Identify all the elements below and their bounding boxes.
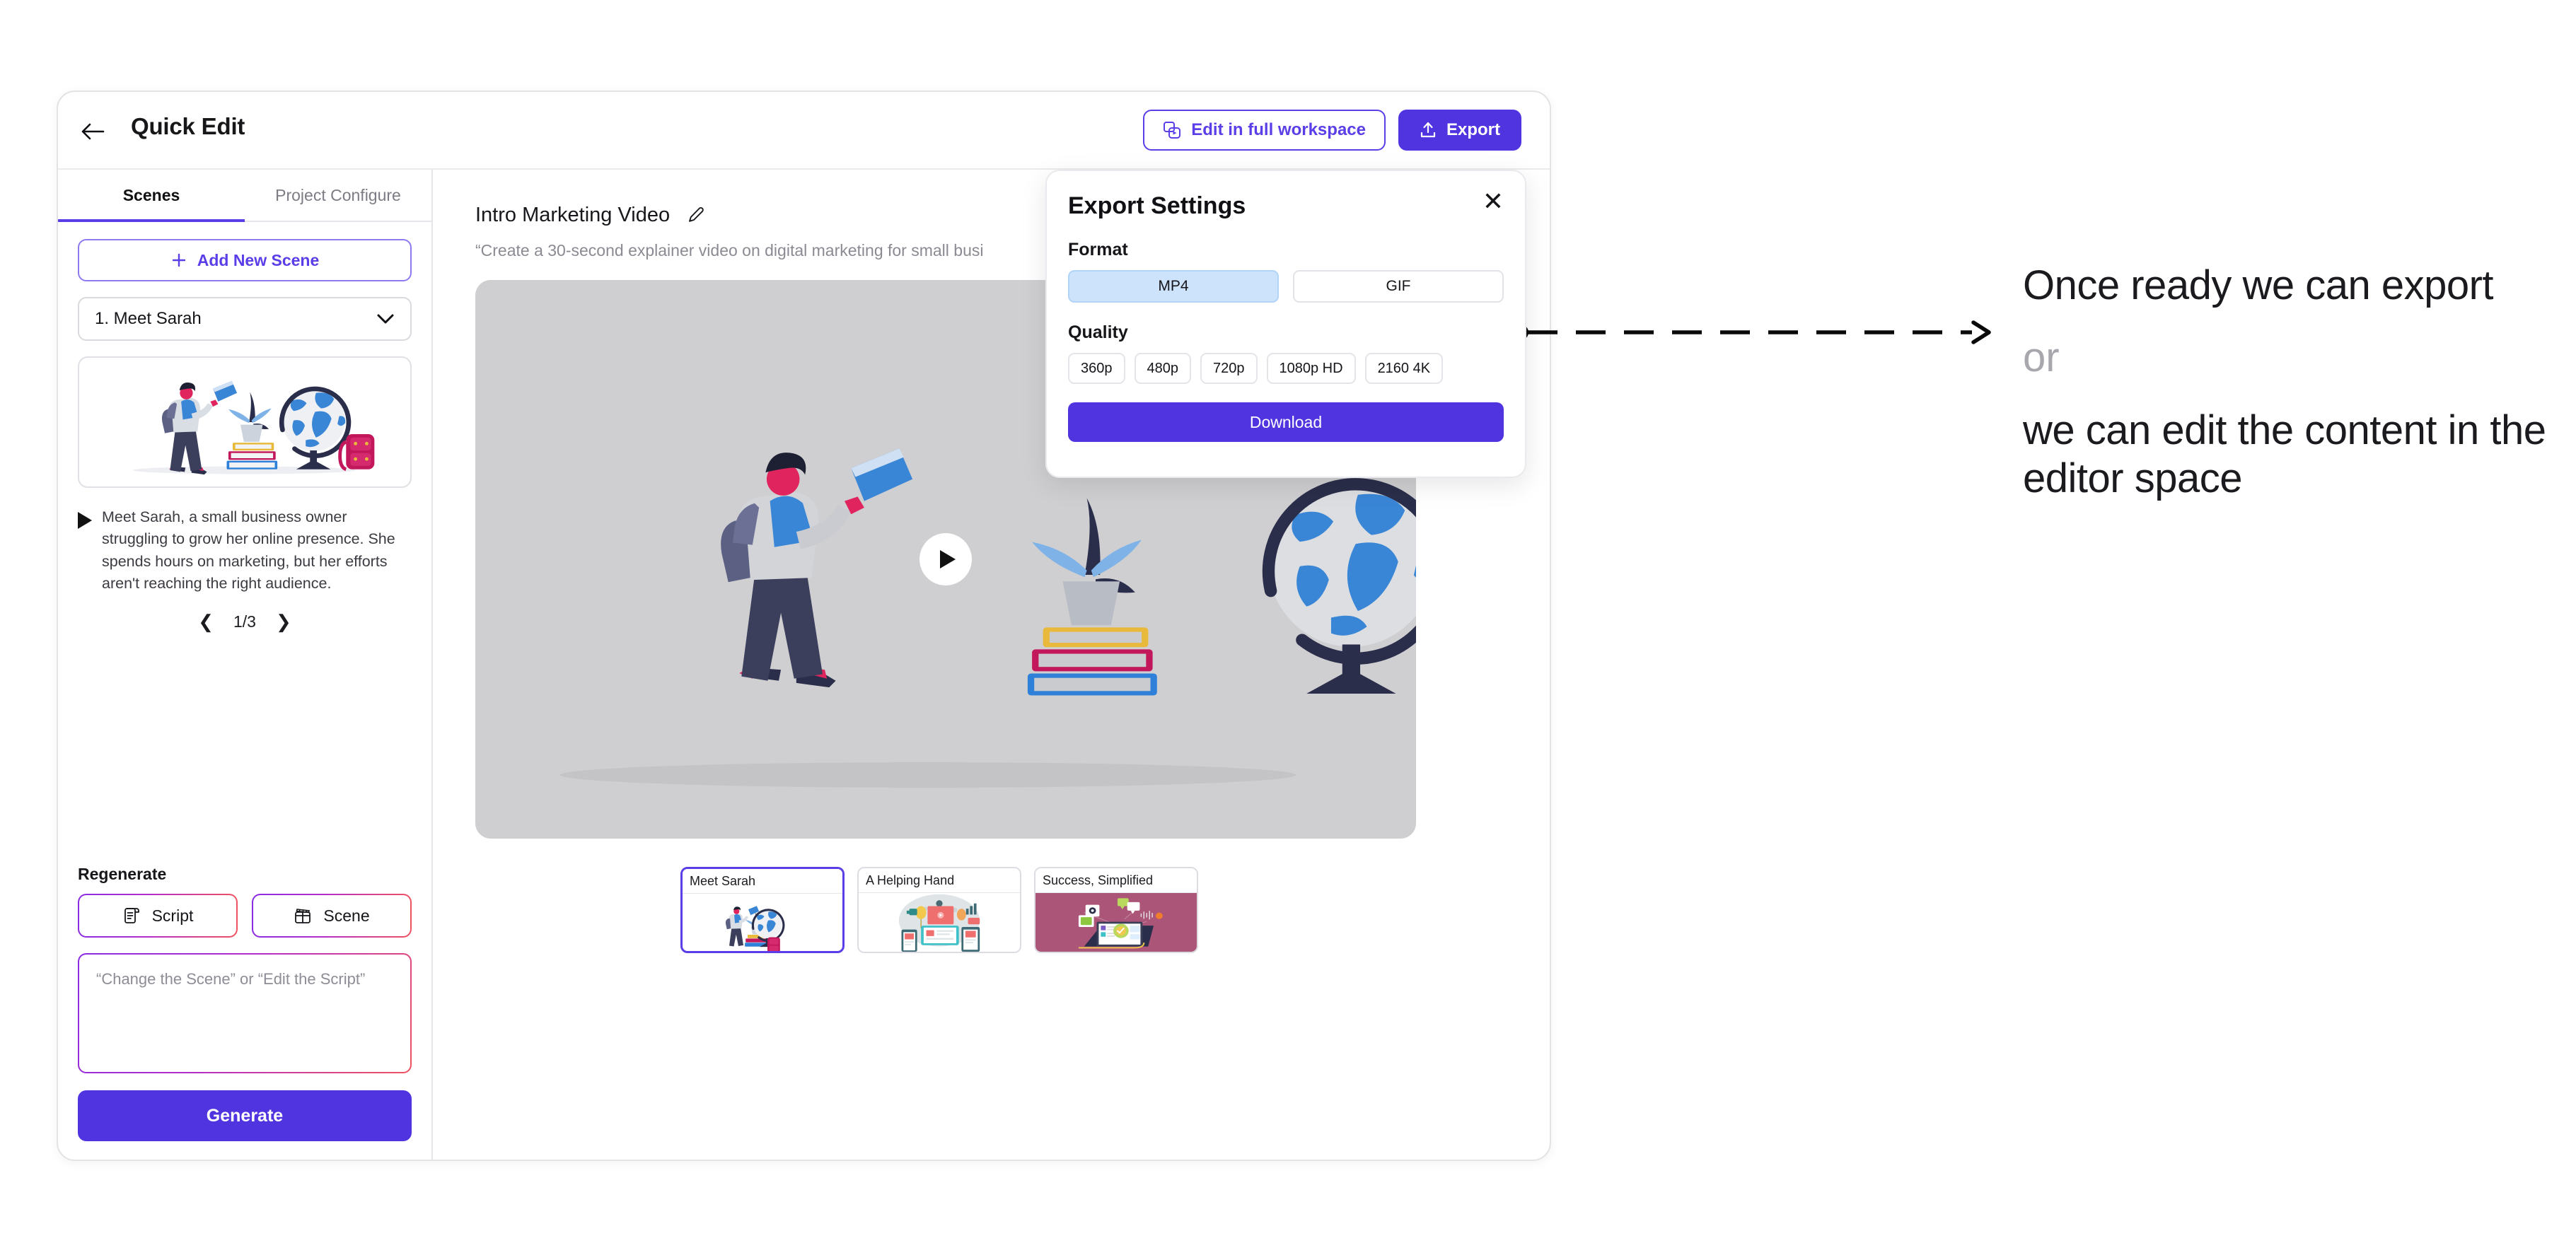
export-settings-modal: Export Settings ✕ Format MP4 GIF Quality… (1045, 170, 1526, 478)
format-option-gif[interactable]: GIF (1293, 270, 1504, 303)
regenerate-prompt-input[interactable]: “Change the Scene” or “Edit the Script” (78, 953, 412, 1073)
export-modal-title: Export Settings (1068, 192, 1246, 219)
app-header: Quick Edit Edit in full workspace Export (58, 92, 1550, 170)
scene-card-3[interactable]: Success, Simplified (1034, 867, 1198, 953)
pencil-edit-icon[interactable] (685, 206, 705, 226)
export-modal-header: Export Settings ✕ (1068, 189, 1504, 220)
scene-script-text: Meet Sarah, a small business owner strug… (102, 508, 395, 593)
regenerate-script-button[interactable]: Script (78, 894, 238, 938)
add-new-scene-button[interactable]: Add New Scene (78, 239, 412, 281)
close-x-icon[interactable]: ✕ (1483, 189, 1504, 214)
script-pager: ❮ 1/3 ❯ (78, 611, 412, 633)
annotation-line-2: we can edit the content in the editor sp… (2023, 407, 2546, 502)
scene-card-3-preview (1035, 893, 1197, 952)
tab-scenes-label: Scenes (122, 185, 180, 204)
format-options: MP4 GIF (1068, 270, 1504, 303)
scenes-sidebar: Scenes Project Configure Add New Scene 1… (58, 170, 433, 1160)
video-title: Intro Marketing Video (475, 204, 671, 226)
back-button[interactable] (76, 117, 109, 146)
generate-button[interactable]: Generate (78, 1090, 412, 1141)
scene-card-3-caption: Success, Simplified (1035, 868, 1197, 893)
scene-card-2-preview (859, 893, 1020, 952)
scene-card-2-caption: A Helping Hand (859, 868, 1020, 893)
download-button[interactable]: Download (1068, 402, 1504, 442)
export-label: Export (1446, 120, 1500, 139)
script-scroll-icon (124, 908, 139, 923)
quality-options: 360p 480p 720p 1080p HD 2160 4K (1068, 353, 1504, 384)
quality-label: Quality (1068, 322, 1128, 342)
clapperboard-icon (295, 909, 311, 923)
annotation-line-1: Once ready we can export (2023, 262, 2494, 308)
regenerate-scene-button[interactable]: Scene (252, 894, 412, 938)
sidebar-tabs: Scenes Project Configure (58, 170, 431, 222)
tab-project-configure[interactable]: Project Configure (245, 170, 431, 221)
layers-play-icon (1164, 122, 1181, 139)
regenerate-block: Regenerate Script Scene “Change the Scen… (78, 865, 412, 1141)
edit-workspace-label: Edit in full workspace (1191, 120, 1366, 139)
tab-scenes[interactable]: Scenes (58, 170, 245, 222)
scene-card-2[interactable]: A Helping Hand (857, 867, 1021, 953)
annotation-or: or (2023, 334, 2060, 381)
tab-project-configure-label: Project Configure (275, 185, 401, 204)
quality-option-480p[interactable]: 480p (1134, 353, 1191, 384)
header-actions: Edit in full workspace Export (1143, 110, 1521, 151)
pager-counter: 1/3 (233, 612, 256, 631)
page-title: Quick Edit (131, 113, 245, 139)
regenerate-label: Regenerate (78, 865, 167, 883)
quality-option-1080p-hd[interactable]: 1080p HD (1266, 353, 1356, 384)
scene-card-1-caption: Meet Sarah (683, 869, 842, 894)
scene-card-1-preview (683, 894, 842, 951)
laptop-network-illustration-mini (1035, 893, 1197, 952)
arrow-left-icon (81, 123, 105, 140)
chevron-left-icon[interactable]: ❮ (198, 611, 214, 633)
quality-option-360p[interactable]: 360p (1068, 353, 1125, 384)
chevron-right-icon[interactable]: ❯ (276, 611, 291, 633)
sidebar-content: Add New Scene 1. Meet Sarah Meet Sarah, … (58, 222, 431, 633)
regenerate-prompt-placeholder: “Change the Scene” or “Edit the Script” (79, 955, 410, 1072)
regenerate-buttons: Script Scene (78, 894, 412, 938)
scene-select-dropdown[interactable]: 1. Meet Sarah (78, 297, 412, 341)
scene-thumbnail-card[interactable] (78, 356, 412, 488)
regenerate-scene-label: Scene (323, 906, 370, 925)
plus-icon (172, 253, 185, 267)
dashed-arrow-right-icon (1513, 311, 2009, 357)
scene-thumbnail-strip: Meet Sarah A Helping Hand Success, Simpl… (680, 867, 1507, 953)
scene-card-1[interactable]: Meet Sarah (680, 867, 845, 953)
add-new-scene-label: Add New Scene (197, 250, 320, 269)
scene-select-value: 1. Meet Sarah (95, 309, 202, 328)
regenerate-script-label: Script (151, 906, 194, 925)
screenshot-root: Quick Edit Edit in full workspace Export… (0, 0, 2576, 1260)
upload-icon (1420, 122, 1436, 138)
edit-in-full-workspace-button[interactable]: Edit in full workspace (1143, 110, 1386, 151)
scene-script-row: Meet Sarah, a small business owner strug… (78, 506, 412, 595)
chevron-down-icon (377, 314, 394, 324)
study-illustration-mini (688, 894, 837, 951)
format-option-mp4[interactable]: MP4 (1068, 270, 1279, 303)
quality-option-720p[interactable]: 720p (1200, 353, 1258, 384)
format-label: Format (1068, 240, 1128, 259)
devices-illustration-mini (864, 893, 1015, 952)
study-illustration-thumb (133, 380, 375, 475)
play-circle-icon[interactable] (919, 533, 972, 585)
play-triangle-icon[interactable] (78, 512, 92, 529)
quality-option-2160-4k[interactable]: 2160 4K (1364, 353, 1444, 384)
export-button[interactable]: Export (1398, 110, 1521, 151)
annotation-note: Once ready we can export or we can edit … (2023, 262, 2546, 503)
